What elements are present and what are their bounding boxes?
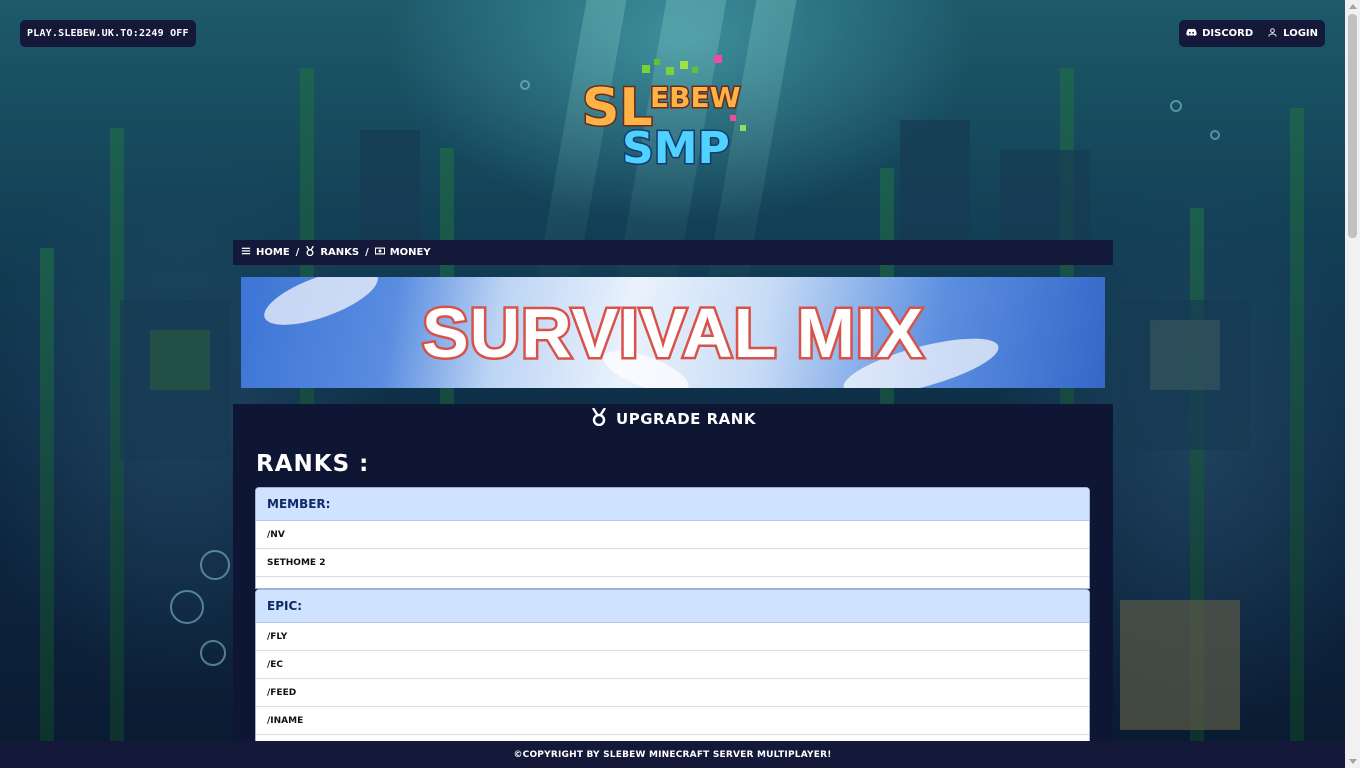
footer: ©COPYRIGHT BY SLEBEW MINECRAFT SERVER MU… — [0, 741, 1345, 768]
discord-icon — [1186, 27, 1197, 41]
breadcrumb-separator: / — [365, 247, 369, 258]
rank-card-epic: EPIC: /FLY /EC /FEED /INAME /JUMP — [255, 589, 1090, 764]
rank-card-member: MEMBER: /NV SETHOME 2 — [255, 487, 1090, 589]
ranks-title: RANKS : — [256, 451, 370, 477]
panel-heading-label: UPGRADE RANK — [616, 410, 756, 428]
category-banner: SURVIVAL MIX — [241, 277, 1105, 388]
panel-heading: UPGRADE RANK — [233, 404, 1113, 434]
discord-link[interactable]: DISCORD — [1186, 27, 1253, 41]
breadcrumb-ranks[interactable]: RANKS — [305, 245, 360, 259]
rank-card-header: EPIC: — [256, 590, 1089, 623]
rank-card-header: MEMBER: — [256, 488, 1089, 521]
scroll-up-arrow[interactable] — [1349, 4, 1357, 9]
page-scrollbar[interactable] — [1345, 0, 1360, 768]
menu-icon — [241, 246, 251, 259]
rank-perk: /INAME — [256, 707, 1089, 735]
rank-perk: /FEED — [256, 679, 1089, 707]
banner-title: SURVIVAL MIX — [419, 292, 925, 375]
money-icon — [374, 246, 385, 259]
login-label: LOGIN — [1283, 28, 1318, 39]
server-address: PLAY.SLEBEW.UK.TO:2249 OFF — [27, 28, 189, 39]
breadcrumb-separator: / — [295, 247, 300, 258]
breadcrumb-money-label: MONEY — [389, 247, 431, 258]
breadcrumb: HOME / RANKS / MONEY — [233, 240, 1113, 265]
medal-icon — [305, 245, 315, 259]
server-logo[interactable]: SL EBEW SMP — [580, 55, 765, 176]
scrollbar-thumb[interactable] — [1348, 14, 1357, 238]
discord-label: DISCORD — [1202, 28, 1254, 39]
login-link[interactable]: LOGIN — [1267, 27, 1318, 41]
scroll-down-arrow[interactable] — [1349, 759, 1357, 764]
svg-text:EBEW: EBEW — [650, 81, 741, 114]
rank-perk: /FLY — [256, 623, 1089, 651]
medal-icon — [590, 407, 608, 430]
user-icon — [1267, 27, 1278, 41]
rank-perk: /NV — [256, 521, 1089, 549]
server-address-pill[interactable]: PLAY.SLEBEW.UK.TO:2249 OFF — [20, 20, 196, 47]
top-nav: DISCORD LOGIN — [1179, 20, 1325, 47]
breadcrumb-home[interactable]: HOME — [241, 246, 290, 259]
breadcrumb-home-label: HOME — [256, 247, 290, 258]
rank-perk: SETHOME 2 — [256, 549, 1089, 577]
breadcrumb-money[interactable]: MONEY — [374, 246, 431, 259]
upgrade-rank-panel: UPGRADE RANK RANKS : MEMBER: /NV SETHOME… — [233, 404, 1113, 768]
svg-text:SMP: SMP — [622, 123, 730, 174]
rank-perk: /EC — [256, 651, 1089, 679]
rank-list: MEMBER: /NV SETHOME 2 EPIC: /FLY /EC /FE… — [255, 487, 1090, 764]
footer-copyright: ©COPYRIGHT BY SLEBEW MINECRAFT SERVER MU… — [513, 749, 832, 760]
breadcrumb-ranks-label: RANKS — [320, 247, 360, 258]
